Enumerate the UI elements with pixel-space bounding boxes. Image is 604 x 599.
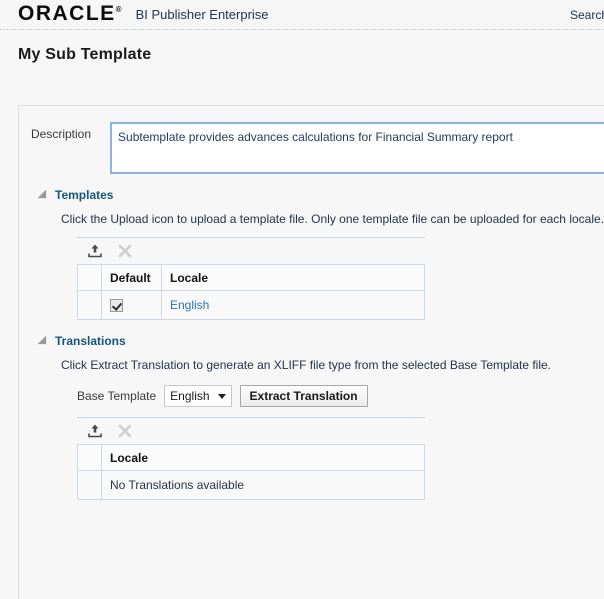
- no-translations-message: No Translations available: [110, 478, 245, 492]
- oracle-logo: ORACLE®: [18, 3, 122, 24]
- templates-table: Default Locale English: [77, 264, 425, 320]
- row-locale-cell: English: [161, 290, 425, 320]
- translations-section-header[interactable]: Translations: [37, 334, 604, 349]
- page-title: My Sub Template: [18, 46, 152, 63]
- translations-section: Translations Click Extract Translation t…: [19, 334, 604, 500]
- app-header: ORACLE® BI Publisher Enterprise Search: [0, 0, 604, 30]
- default-checkbox[interactable]: [110, 299, 123, 313]
- extract-translation-button[interactable]: Extract Translation: [239, 385, 368, 407]
- templates-table-block: Default Locale English: [77, 237, 604, 320]
- chevron-down-icon[interactable]: [37, 335, 51, 349]
- chevron-down-icon[interactable]: [37, 189, 51, 203]
- templates-toolbar: [77, 238, 604, 264]
- column-header-select: [77, 444, 102, 471]
- chevron-down-icon: [217, 393, 226, 399]
- base-template-label: Base Template: [77, 389, 157, 403]
- row-select-cell[interactable]: [77, 290, 102, 320]
- registered-trademark-icon: ®: [115, 5, 122, 14]
- templates-section-title: Templates: [55, 188, 114, 202]
- delete-icon: [115, 421, 135, 441]
- description-row: Description: [19, 106, 604, 174]
- templates-section-header[interactable]: Templates: [37, 188, 604, 203]
- table-header-row: Default Locale: [77, 264, 425, 291]
- base-template-select[interactable]: English: [164, 385, 232, 407]
- locale-link[interactable]: English: [170, 298, 209, 312]
- row-default-cell[interactable]: [101, 290, 162, 320]
- upload-icon[interactable]: [85, 421, 105, 441]
- column-header-default: Default: [101, 264, 162, 291]
- table-row: No Translations available: [77, 470, 425, 500]
- table-row[interactable]: English: [77, 290, 425, 320]
- column-header-select: [77, 264, 102, 291]
- header-search-link[interactable]: Search: [570, 8, 604, 22]
- upload-icon[interactable]: [85, 241, 105, 261]
- column-header-locale: Locale: [101, 444, 425, 471]
- empty-message-cell: No Translations available: [101, 470, 425, 500]
- translations-toolbar: [77, 418, 604, 444]
- translations-table-block: Locale No Translations available: [77, 417, 604, 500]
- templates-section-hint: Click the Upload icon to upload a templa…: [61, 212, 604, 226]
- translations-table: Locale No Translations available: [77, 444, 425, 500]
- base-template-row: Base Template English Extract Translatio…: [77, 385, 604, 407]
- base-template-selected-value: English: [170, 389, 210, 403]
- content-panel: Description Templates Click the Upload i…: [18, 105, 604, 599]
- description-label: Description: [31, 127, 92, 141]
- templates-section: Templates Click the Upload icon to uploa…: [19, 188, 604, 320]
- oracle-logo-text: ORACLE: [18, 2, 116, 25]
- table-header-row: Locale: [77, 444, 425, 471]
- translations-section-hint: Click Extract Translation to generate an…: [61, 358, 552, 372]
- column-header-locale: Locale: [161, 264, 425, 291]
- delete-icon: [115, 241, 135, 261]
- row-select-cell: [77, 470, 102, 500]
- translations-section-title: Translations: [55, 334, 126, 348]
- app-name: BI Publisher Enterprise: [135, 7, 269, 22]
- description-input[interactable]: [110, 122, 604, 174]
